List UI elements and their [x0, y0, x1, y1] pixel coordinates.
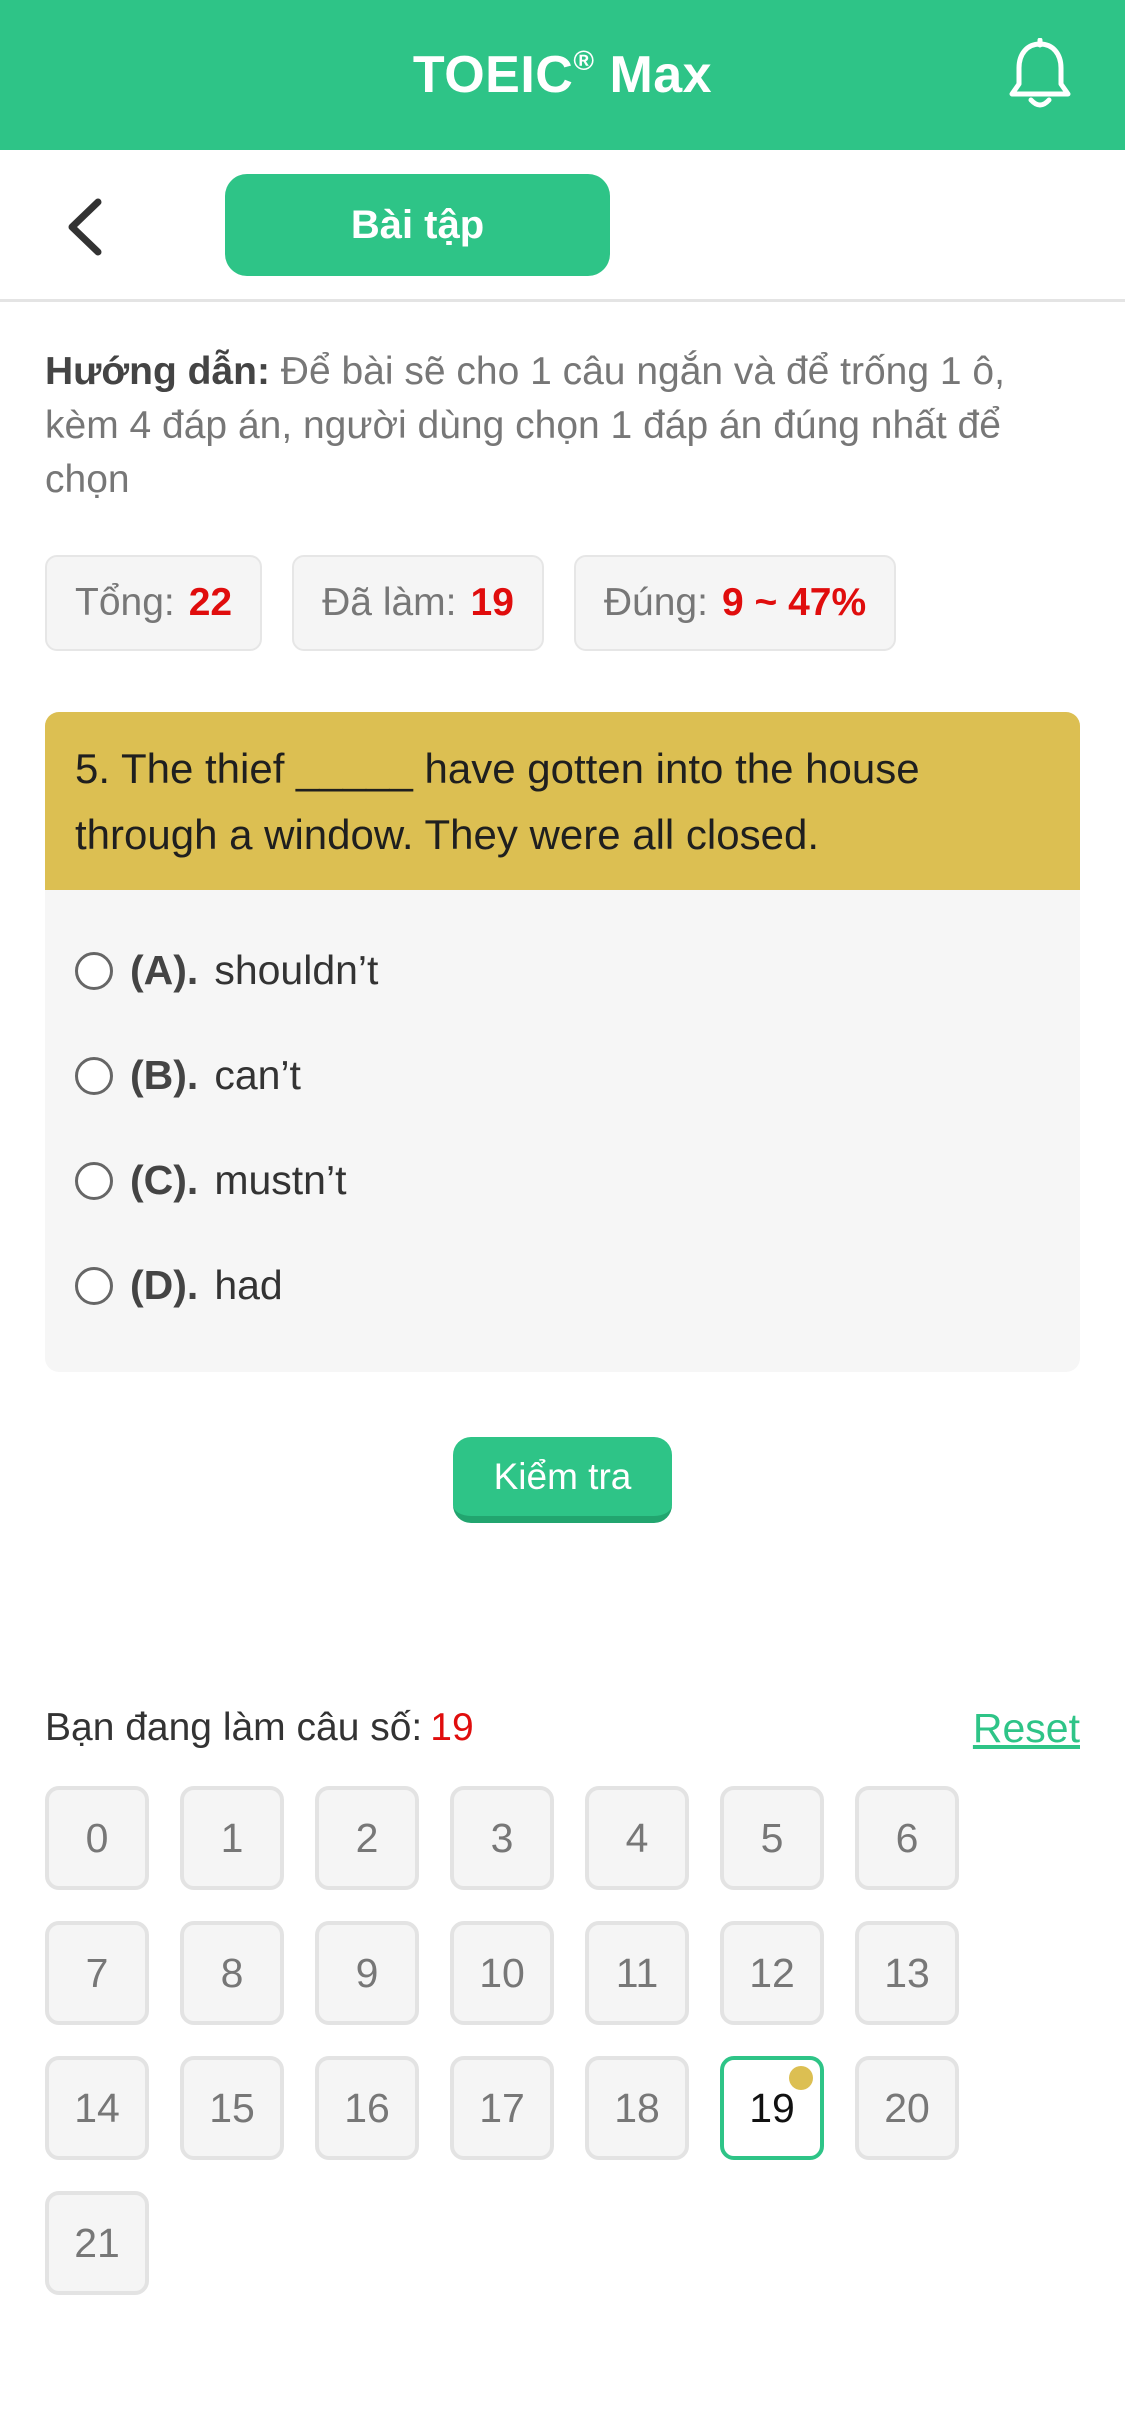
radio-button[interactable]: [75, 951, 113, 990]
question-number-button[interactable]: 2: [315, 1786, 419, 1890]
chevron-left-icon[interactable]: [62, 194, 112, 260]
check-button[interactable]: Kiểm tra: [453, 1437, 672, 1523]
instructions: Hướng dẫn: Để bài sẽ cho 1 câu ngắn và đ…: [45, 345, 1085, 507]
stat-done: Đã làm: 19: [292, 555, 544, 651]
app-header: TOEIC® Max: [0, 0, 1125, 150]
option-c[interactable]: (C). mustn’t: [45, 1128, 1080, 1233]
question-number-button[interactable]: 17: [450, 2056, 554, 2160]
question-number-button[interactable]: 1: [180, 1786, 284, 1890]
question-text: 5. The thief _____ have gotten into the …: [45, 712, 1080, 890]
question-card: 5. The thief _____ have gotten into the …: [45, 712, 1080, 1372]
stat-correct: Đúng: 9 ~ 47%: [573, 555, 897, 651]
app-title: TOEIC® Max: [412, 45, 713, 104]
question-number-button[interactable]: 6: [855, 1786, 959, 1890]
question-number-button[interactable]: 0: [45, 1786, 149, 1890]
question-number-button[interactable]: 4: [585, 1786, 689, 1890]
question-number-button[interactable]: 9: [315, 1921, 419, 2025]
status-dot: [789, 2066, 813, 2090]
option-d[interactable]: (D). had: [45, 1233, 1080, 1338]
radio-button[interactable]: [75, 1161, 113, 1200]
bell-icon[interactable]: [1005, 38, 1075, 112]
question-number-button[interactable]: 14: [45, 2056, 149, 2160]
question-number-button[interactable]: 7: [45, 1921, 149, 2025]
exercise-tab-button[interactable]: Bài tập: [225, 174, 610, 276]
question-number-button[interactable]: 5: [720, 1786, 824, 1890]
current-question-label: Bạn đang làm câu số: 19: [45, 1706, 474, 1749]
question-number-button[interactable]: 21: [45, 2191, 149, 2295]
question-number-button[interactable]: 8: [180, 1921, 284, 2025]
reset-link[interactable]: Reset: [973, 1700, 1080, 1756]
answer-options: (A). shouldn’t (B). can’t (C). mustn’t (…: [45, 890, 1080, 1338]
stat-total: Tổng: 22: [45, 555, 263, 651]
current-question-number: 19: [430, 1706, 474, 1749]
question-number-button[interactable]: 11: [585, 1921, 689, 2025]
radio-button[interactable]: [75, 1266, 113, 1305]
option-a[interactable]: (A). shouldn’t: [45, 918, 1080, 1023]
instructions-label: Hướng dẫn:: [45, 350, 270, 393]
question-number-button[interactable]: 18: [585, 2056, 689, 2160]
question-number-button[interactable]: 13: [855, 1921, 959, 2025]
question-number-button[interactable]: 3: [450, 1786, 554, 1890]
stats-row: Tổng: 22 Đã làm: 19 Đúng: 9 ~ 47%: [45, 555, 897, 651]
question-number-button[interactable]: 16: [315, 2056, 419, 2160]
question-number-button[interactable]: 12: [720, 1921, 824, 2025]
sub-toolbar: Bài tập: [0, 150, 1125, 302]
radio-button[interactable]: [75, 1056, 113, 1095]
option-b[interactable]: (B). can’t: [45, 1023, 1080, 1128]
question-number-button[interactable]: 10: [450, 1921, 554, 2025]
question-number-button[interactable]: 19: [720, 2056, 824, 2160]
question-number-button[interactable]: 15: [180, 2056, 284, 2160]
question-number-button[interactable]: 20: [855, 2056, 959, 2160]
